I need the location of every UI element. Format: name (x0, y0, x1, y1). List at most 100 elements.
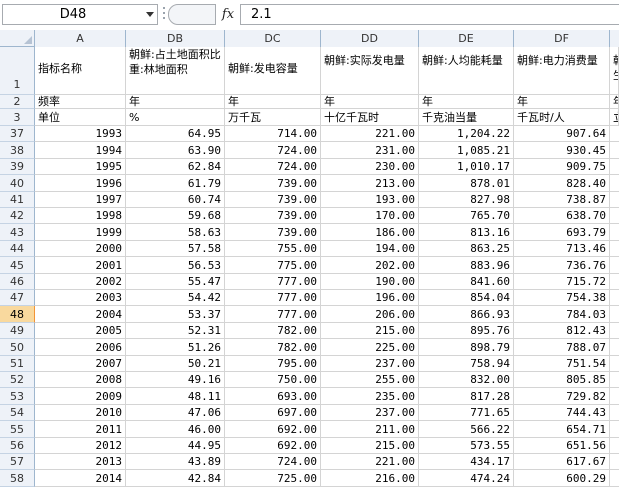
row-header-39[interactable]: 39 (0, 159, 35, 175)
cell-df-57[interactable]: 617.67 (514, 454, 610, 470)
cell-de-57[interactable]: 434.17 (419, 454, 514, 470)
cell-de-1[interactable]: 朝鲜:人均能耗量 (419, 47, 514, 95)
cell-df-3[interactable]: 千瓦时/人 (514, 109, 610, 126)
cell-de-58[interactable]: 474.24 (419, 470, 514, 487)
cell-a-43[interactable]: 1999 (35, 224, 126, 241)
cell-de-44[interactable]: 863.25 (419, 241, 514, 257)
row-header-53[interactable]: 53 (0, 388, 35, 405)
row-header-54[interactable]: 54 (0, 405, 35, 421)
name-box[interactable]: D48 (2, 4, 158, 25)
cell-db-56[interactable]: 44.95 (126, 438, 225, 454)
cell-db-2[interactable]: 年 (126, 95, 225, 109)
cell-dd-37[interactable]: 221.00 (321, 126, 419, 142)
cell-a-2[interactable]: 频率 (35, 95, 126, 109)
cell-dd-52[interactable]: 255.00 (321, 372, 419, 388)
cell-dd-57[interactable]: 221.00 (321, 454, 419, 470)
cell-dg-38[interactable] (610, 142, 619, 159)
cell-df-43[interactable]: 693.79 (514, 224, 610, 241)
cell-df-53[interactable]: 729.82 (514, 388, 610, 405)
cell-a-56[interactable]: 2012 (35, 438, 126, 454)
cell-a-45[interactable]: 2001 (35, 257, 126, 274)
cell-dg-54[interactable] (610, 405, 619, 421)
cell-a-49[interactable]: 2005 (35, 323, 126, 339)
cell-df-56[interactable]: 651.56 (514, 438, 610, 454)
cell-a-44[interactable]: 2000 (35, 241, 126, 257)
row-header-49[interactable]: 49 (0, 323, 35, 339)
cell-a-1[interactable]: 指标名称 (35, 47, 126, 95)
column-header-dd[interactable]: DD (321, 30, 419, 47)
cell-dc-41[interactable]: 739.00 (225, 192, 321, 208)
cell-dc-52[interactable]: 750.00 (225, 372, 321, 388)
cell-db-46[interactable]: 55.47 (126, 274, 225, 290)
cell-a-50[interactable]: 2006 (35, 339, 126, 356)
cell-db-51[interactable]: 50.21 (126, 356, 225, 372)
cell-dd-43[interactable]: 186.00 (321, 224, 419, 241)
cell-dd-51[interactable]: 237.00 (321, 356, 419, 372)
cell-a-39[interactable]: 1995 (35, 159, 126, 175)
cell-a-55[interactable]: 2011 (35, 421, 126, 438)
cell-db-48[interactable]: 53.37 (126, 306, 225, 323)
cell-df-45[interactable]: 736.76 (514, 257, 610, 274)
cell-dg-47[interactable] (610, 290, 619, 306)
cell-df-50[interactable]: 788.07 (514, 339, 610, 356)
cell-dd-38[interactable]: 231.00 (321, 142, 419, 159)
cell-df-42[interactable]: 638.70 (514, 208, 610, 224)
cell-dg-49[interactable] (610, 323, 619, 339)
cell-dd-2[interactable]: 年 (321, 95, 419, 109)
cell-db-39[interactable]: 62.84 (126, 159, 225, 175)
cell-dg-39[interactable] (610, 159, 619, 175)
select-all-button[interactable] (0, 30, 35, 47)
cell-de-48[interactable]: 866.93 (419, 306, 514, 323)
name-box-dropdown-icon[interactable] (146, 12, 154, 17)
cell-df-51[interactable]: 751.54 (514, 356, 610, 372)
cell-a-58[interactable]: 2014 (35, 470, 126, 487)
cell-df-39[interactable]: 909.75 (514, 159, 610, 175)
cell-de-2[interactable]: 年 (419, 95, 514, 109)
cell-dd-58[interactable]: 216.00 (321, 470, 419, 487)
cell-de-49[interactable]: 895.76 (419, 323, 514, 339)
cell-a-54[interactable]: 2010 (35, 405, 126, 421)
cell-dd-54[interactable]: 237.00 (321, 405, 419, 421)
cell-de-46[interactable]: 841.60 (419, 274, 514, 290)
cell-dg-48[interactable] (610, 306, 619, 323)
row-header-42[interactable]: 42 (0, 208, 35, 224)
row-header-43[interactable]: 43 (0, 224, 35, 241)
cell-dc-48[interactable]: 777.00 (225, 306, 321, 323)
cell-de-50[interactable]: 898.79 (419, 339, 514, 356)
cell-df-48[interactable]: 784.03 (514, 306, 610, 323)
cell-de-45[interactable]: 883.96 (419, 257, 514, 274)
cell-dc-53[interactable]: 693.00 (225, 388, 321, 405)
cell-df-38[interactable]: 930.45 (514, 142, 610, 159)
cell-db-43[interactable]: 58.63 (126, 224, 225, 241)
cell-dd-56[interactable]: 215.00 (321, 438, 419, 454)
cell-df-2[interactable]: 年 (514, 95, 610, 109)
cell-db-38[interactable]: 63.90 (126, 142, 225, 159)
cell-dg-2[interactable]: 年 (610, 95, 619, 109)
cell-a-48[interactable]: 2004 (35, 306, 126, 323)
cell-db-50[interactable]: 51.26 (126, 339, 225, 356)
cell-df-49[interactable]: 812.43 (514, 323, 610, 339)
row-header-57[interactable]: 57 (0, 454, 35, 470)
row-header-1[interactable]: 1 (0, 47, 35, 95)
cell-dd-3[interactable]: 十亿千瓦时 (321, 109, 419, 126)
cell-dc-2[interactable]: 年 (225, 95, 321, 109)
cell-db-58[interactable]: 42.84 (126, 470, 225, 487)
column-header-a[interactable]: A (35, 30, 126, 47)
cell-de-40[interactable]: 878.01 (419, 175, 514, 192)
row-header-37[interactable]: 37 (0, 126, 35, 142)
cell-dc-40[interactable]: 739.00 (225, 175, 321, 192)
row-header-3[interactable]: 3 (0, 109, 35, 126)
cell-df-44[interactable]: 713.46 (514, 241, 610, 257)
cell-a-53[interactable]: 2009 (35, 388, 126, 405)
cell-dc-54[interactable]: 697.00 (225, 405, 321, 421)
cell-dc-47[interactable]: 777.00 (225, 290, 321, 306)
row-header-46[interactable]: 46 (0, 274, 35, 290)
cell-de-54[interactable]: 771.65 (419, 405, 514, 421)
cell-dc-1[interactable]: 朝鲜:发电容量 (225, 47, 321, 95)
cell-dg-46[interactable] (610, 274, 619, 290)
cell-dd-1[interactable]: 朝鲜:实际发电量 (321, 47, 419, 95)
cell-dg-58[interactable] (610, 470, 619, 487)
cell-a-3[interactable]: 单位 (35, 109, 126, 126)
cell-a-40[interactable]: 1996 (35, 175, 126, 192)
row-header-58[interactable]: 58 (0, 470, 35, 487)
